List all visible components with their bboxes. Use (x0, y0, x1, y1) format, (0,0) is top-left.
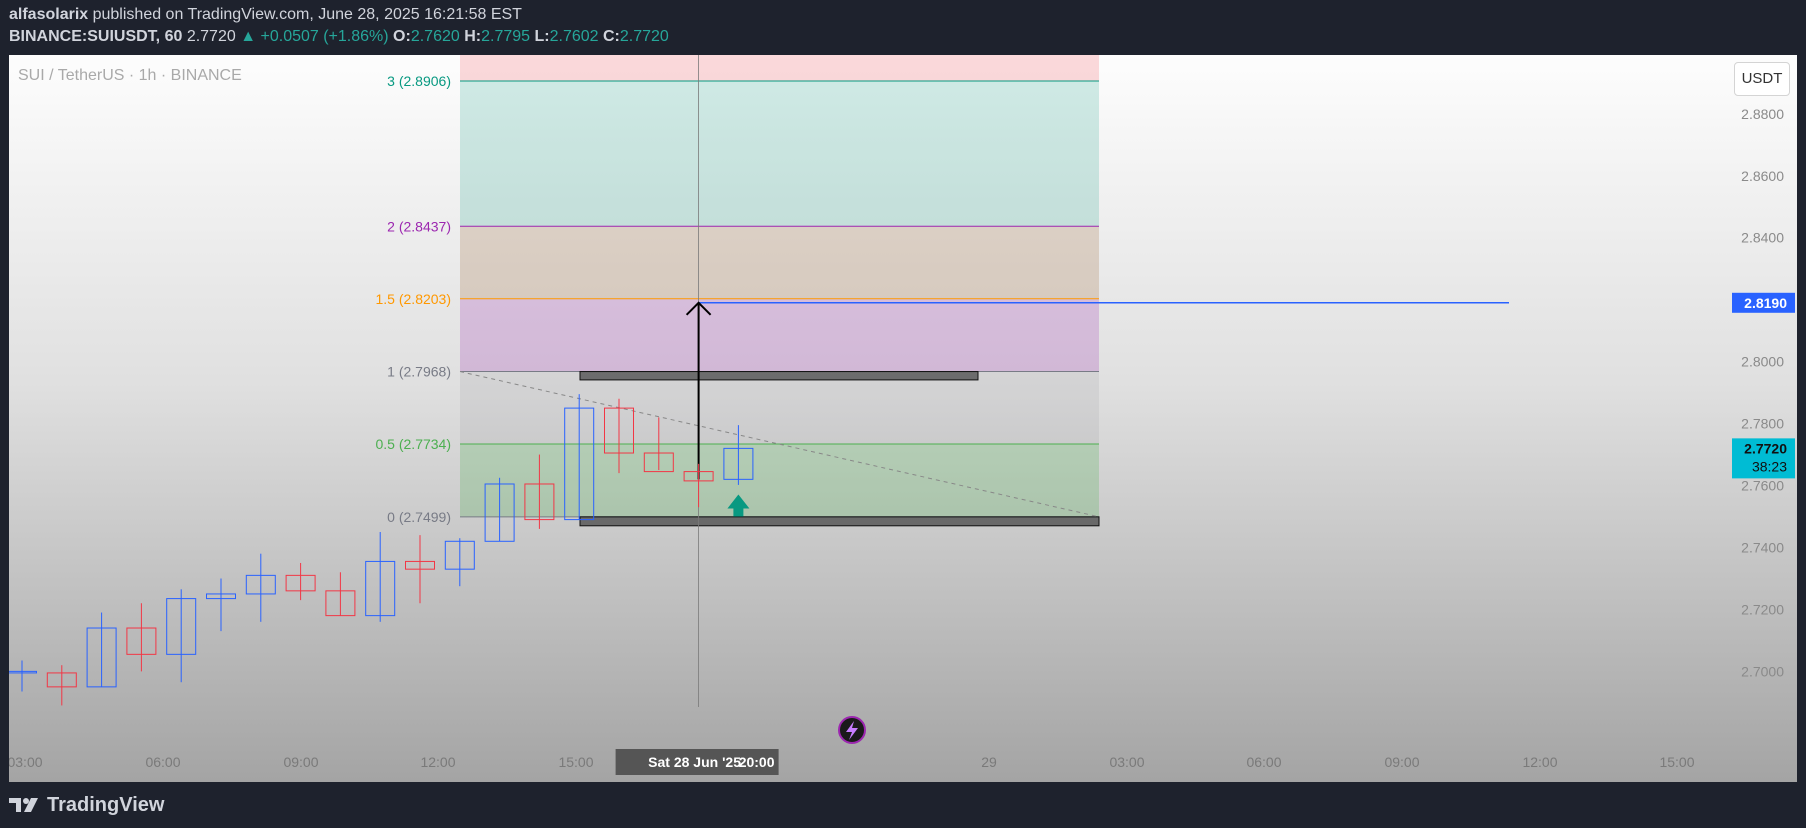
tradingview-logo-icon (9, 798, 38, 812)
x-tick-label-6: 29 (981, 754, 997, 770)
fib-level-label-4: 2 (2.8437) (387, 218, 451, 234)
price-chart[interactable]: 0 (2.7499) 0.5 (2.7734) 1 (2.7968) 1.5 (2.8… (9, 55, 1797, 782)
target-price-value: 2.8190 (1744, 295, 1787, 311)
symbol-title: BINANCE:SUIUSDT, 60 (9, 28, 183, 45)
symbol-info: BINANCE:SUIUSDT, 60 2.7720 ▲ +0.0507 (+1… (9, 28, 669, 46)
x-tick-label-3: 12:00 (420, 754, 455, 770)
x-tick-label-4: 15:00 (558, 754, 593, 770)
x-tick-label-1: 06:00 (145, 754, 180, 770)
change-up-icon: ▲ (240, 28, 257, 45)
low-label: L: (534, 28, 550, 45)
open-value: 2.7620 (410, 28, 460, 45)
y-tick-label-1: 2.7200 (1741, 601, 1784, 617)
y-tick-label-3: 2.7600 (1741, 478, 1784, 494)
x-tick-label-0: 03:00 (9, 754, 43, 770)
publisher-name[interactable]: alfasolarix (9, 6, 88, 23)
low-value: 2.7602 (549, 28, 599, 45)
countdown-label: 38:23 (1752, 458, 1787, 474)
publish-info: alfasolarix published on TradingView.com… (9, 6, 522, 24)
fib-band-3 (460, 226, 1099, 299)
fib-level-label-3: 1.5 (2.8203) (376, 291, 452, 307)
y-tick-label-0: 2.7000 (1741, 663, 1784, 679)
y-tick-label-4: 2.7800 (1741, 416, 1784, 432)
fib-level-label-5: 3 (2.8906) (387, 73, 451, 89)
y-tick-label-6: 2.8400 (1741, 230, 1784, 246)
last-price-value: 2.7720 (1744, 440, 1787, 456)
fib-band-1 (460, 371, 1099, 445)
publish-text: published on TradingView.com, June 28, 2… (92, 6, 522, 23)
high-value: 2.7795 (481, 28, 531, 45)
fib-level-label-1: 0.5 (2.7734) (376, 436, 452, 452)
x-tick-label-10: 12:00 (1522, 754, 1557, 770)
chart-panel[interactable]: 0 (2.7499) 0.5 (2.7734) 1 (2.7968) 1.5 (2.8… (9, 55, 1797, 782)
resistance-zone-rect (579, 371, 979, 381)
tradingview-logo-text: TradingView (47, 793, 165, 816)
currency-button[interactable]: USDT (1734, 62, 1790, 96)
fib-level-label-2: 1 (2.7968) (387, 364, 451, 380)
fib-level-label-0: 0 (2.7499) (387, 509, 451, 525)
y-tick-label-8: 2.8800 (1741, 106, 1784, 122)
fib-band-2 (460, 298, 1099, 372)
x-tick-label-8: 06:00 (1246, 754, 1281, 770)
y-tick-label-2: 2.7400 (1741, 539, 1784, 555)
y-tick-label-7: 2.8600 (1741, 168, 1784, 184)
high-label: H: (464, 28, 482, 45)
x-tick-label-2: 09:00 (283, 754, 318, 770)
y-tick-label-5: 2.8000 (1741, 354, 1784, 370)
fib-band-5 (460, 55, 1099, 82)
close-label: C: (603, 28, 620, 45)
open-label: O: (393, 28, 411, 45)
candle-body-0 (9, 670, 37, 674)
chart-symbol-label: SUI / TetherUS · 1h · BINANCE (18, 67, 242, 84)
fib-band-4 (460, 81, 1099, 227)
x-tick-label-11: 15:00 (1659, 754, 1694, 770)
tradingview-logo[interactable]: TradingView (9, 793, 164, 817)
crosshair-time-label: Sat 28 Jun '25 (648, 754, 741, 770)
change-value: +0.0507 (+1.86%) (260, 28, 389, 45)
last-value: 2.7720 (186, 28, 236, 45)
crosshair-time-suffix: 20:00 (739, 754, 775, 770)
x-tick-label-9: 09:00 (1384, 754, 1419, 770)
close-value: 2.7720 (619, 28, 669, 45)
fib-band-0 (460, 444, 1099, 517)
x-tick-label-7: 03:00 (1109, 754, 1144, 770)
support-zone-rect (579, 516, 1100, 527)
